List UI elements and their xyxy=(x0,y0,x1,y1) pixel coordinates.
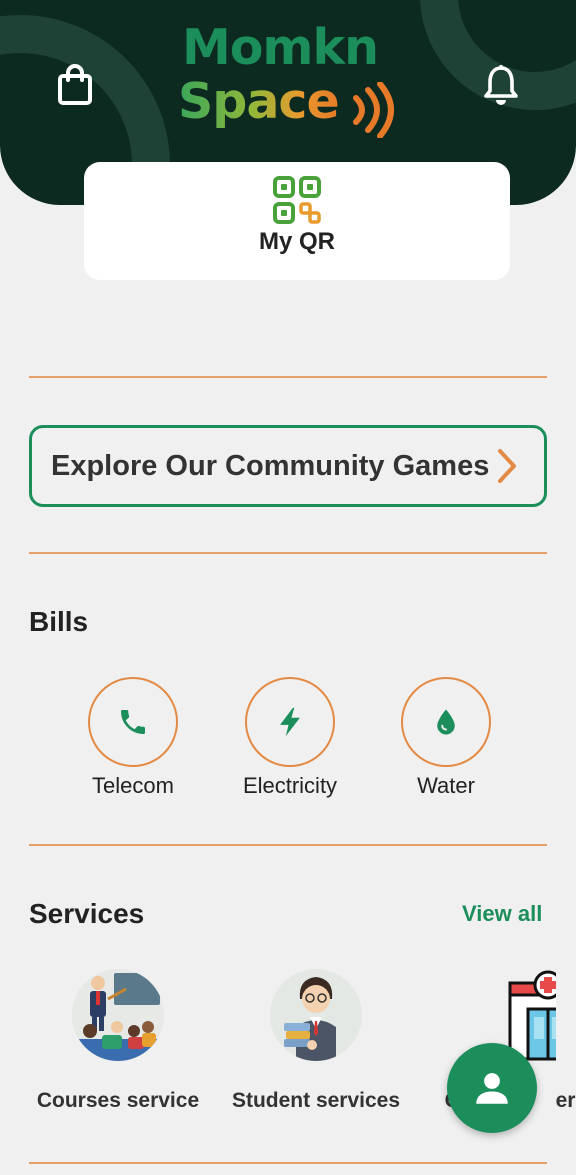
service-courses[interactable]: Courses service xyxy=(34,969,202,1113)
bill-telecom[interactable]: Telecom xyxy=(63,677,203,799)
community-games-button[interactable]: Explore Our Community Games xyxy=(29,425,547,507)
qr-code-icon xyxy=(273,176,321,224)
bill-electricity-circle xyxy=(245,677,335,767)
divider xyxy=(29,1162,547,1164)
shopping-bag-button[interactable] xyxy=(50,60,100,110)
bill-water-label: Water xyxy=(417,773,475,798)
divider xyxy=(29,844,547,846)
my-qr-card[interactable]: My QR xyxy=(84,162,510,280)
logo-line-2: Space xyxy=(178,73,340,130)
divider xyxy=(29,552,547,554)
view-all-link[interactable]: View all xyxy=(462,901,542,927)
phone-icon xyxy=(121,710,145,734)
bill-electricity-label: Electricity xyxy=(242,773,338,798)
bill-water[interactable]: Water xyxy=(376,677,516,799)
bill-water-circle xyxy=(401,677,491,767)
classroom-illustration xyxy=(72,969,164,1061)
service-student[interactable]: Student services xyxy=(228,969,404,1113)
bill-electricity[interactable]: Electricity xyxy=(220,677,360,799)
user-icon xyxy=(476,1073,508,1104)
bell-icon xyxy=(484,65,518,105)
student-illustration xyxy=(270,969,362,1061)
water-drop-icon xyxy=(437,709,455,735)
notifications-button[interactable] xyxy=(476,60,526,110)
community-games-label: Explore Our Community Games xyxy=(51,449,490,482)
signal-waves-icon xyxy=(353,82,394,138)
services-title: Services xyxy=(29,898,145,929)
service-student-label: Student services xyxy=(231,1089,401,1112)
bill-telecom-circle xyxy=(88,677,178,767)
bills-title: Bills xyxy=(29,606,89,637)
logo-line-1: Momkn xyxy=(182,19,379,76)
chevron-right-icon xyxy=(498,449,516,483)
divider xyxy=(29,376,547,378)
service-courses-label: Courses service xyxy=(36,1089,200,1112)
shopping-bag-icon xyxy=(58,64,92,105)
brand-logo: Momkn Space xyxy=(176,19,406,138)
lightning-icon xyxy=(280,707,300,737)
bill-telecom-label: Telecom xyxy=(92,773,174,798)
profile-fab[interactable] xyxy=(447,1043,537,1133)
my-qr-label: My QR xyxy=(258,228,335,255)
